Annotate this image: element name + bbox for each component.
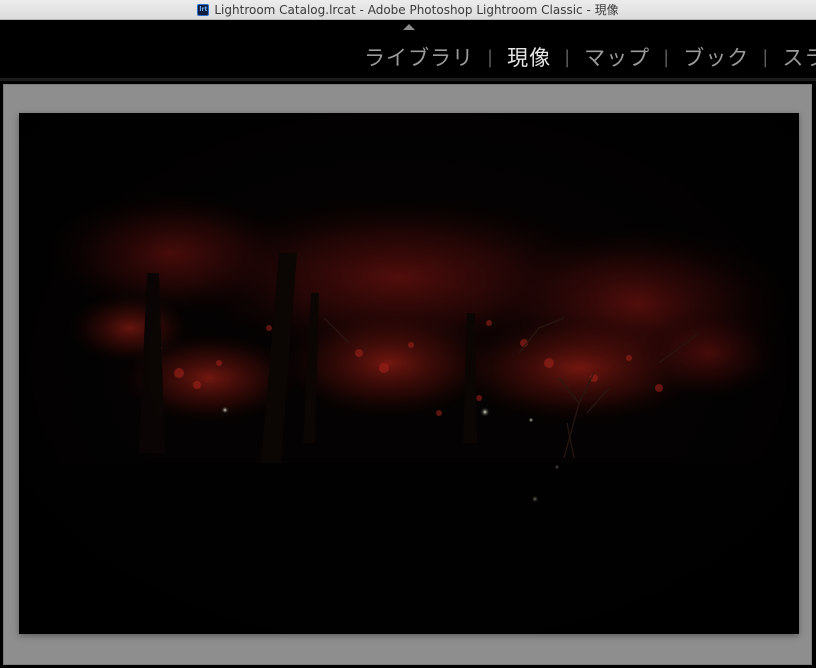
photo-image — [19, 113, 799, 634]
module-separator: | — [487, 46, 495, 68]
module-map[interactable]: マップ — [584, 42, 650, 72]
module-slideshow[interactable]: スライ — [782, 42, 816, 72]
window-titlebar: lrt Lightroom Catalog.lrcat - Adobe Phot… — [0, 0, 816, 20]
module-separator: | — [663, 46, 671, 68]
collapse-panel-arrow-icon[interactable] — [403, 24, 415, 30]
module-picker: ライブラリ | 現像 | マップ | ブック | スライ — [364, 42, 816, 72]
photo-preview[interactable] — [19, 113, 799, 634]
window-title: Lightroom Catalog.lrcat - Adobe Photosho… — [214, 3, 619, 17]
develop-workspace — [0, 81, 816, 668]
image-canvas[interactable] — [3, 84, 812, 665]
module-develop[interactable]: 現像 — [507, 42, 551, 72]
module-library[interactable]: ライブラリ — [364, 42, 474, 72]
module-separator: | — [762, 46, 770, 68]
module-book[interactable]: ブック — [683, 42, 749, 72]
module-bar: ライブラリ | 現像 | マップ | ブック | スライ — [0, 20, 816, 78]
module-separator: | — [564, 46, 572, 68]
lightroom-app-icon: lrt — [197, 3, 210, 16]
